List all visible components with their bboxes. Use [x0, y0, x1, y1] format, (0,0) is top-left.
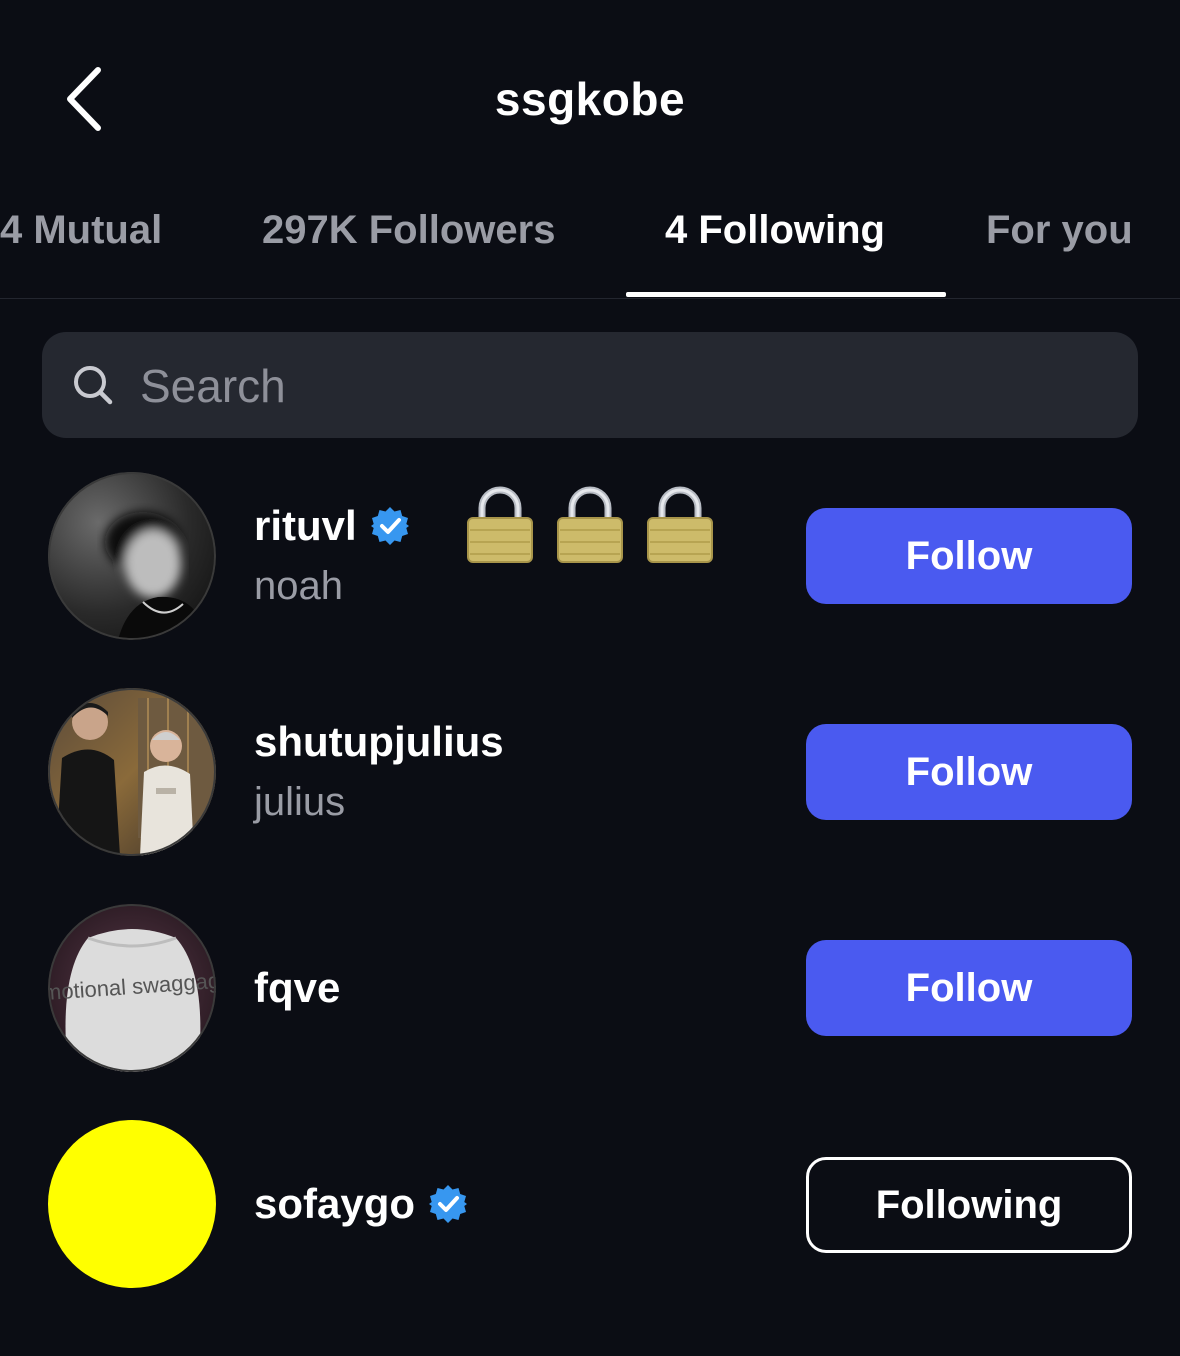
tab-for-you[interactable]: For you: [986, 208, 1133, 253]
username[interactable]: rituvl: [254, 502, 357, 550]
page-title: ssgkobe: [494, 73, 686, 125]
avatar-image: [48, 688, 216, 856]
follow-button[interactable]: Follow: [806, 724, 1132, 820]
list-item: shutupjulius julius Follow: [0, 688, 1180, 858]
following-button[interactable]: Following: [806, 1157, 1132, 1253]
search-bar[interactable]: [42, 332, 1138, 440]
avatar[interactable]: [48, 1120, 216, 1288]
avatar[interactable]: [48, 472, 216, 640]
list-item: sofaygo Following: [0, 1120, 1180, 1290]
search-input[interactable]: [138, 332, 1102, 440]
header: ssgkobe: [0, 0, 1180, 180]
following-screen: ssgkobe 4 Mutual 297K Followers 4 Follow…: [0, 0, 1180, 1356]
verified-badge-icon: [429, 1185, 468, 1223]
lock-emojis: [466, 484, 714, 564]
active-tab-indicator: [626, 292, 946, 297]
full-name: julius: [254, 780, 346, 824]
username-line: fqve: [254, 964, 340, 1012]
avatar[interactable]: [48, 688, 216, 856]
full-name: noah: [254, 564, 343, 608]
username-line: sofaygo: [254, 1180, 469, 1228]
tab-followers[interactable]: 297K Followers: [262, 208, 555, 253]
username-line: shutupjulius: [254, 718, 504, 766]
tab-bar: 4 Mutual 297K Followers 4 Following For …: [0, 180, 1180, 299]
list-item: rituvl noah Follow: [0, 472, 1180, 642]
tab-mutual[interactable]: 4 Mutual: [0, 208, 162, 253]
list-item: emotional swaggage fqve Follow: [0, 904, 1180, 1074]
username[interactable]: shutupjulius: [254, 718, 504, 766]
lock-icon: [647, 486, 713, 563]
username-line: rituvl: [254, 502, 411, 550]
follow-button[interactable]: Follow: [806, 940, 1132, 1036]
search-icon: [74, 366, 113, 405]
username[interactable]: fqve: [254, 964, 340, 1012]
lock-icon: [467, 486, 533, 563]
tab-following[interactable]: 4 Following: [665, 208, 885, 253]
username[interactable]: sofaygo: [254, 1180, 415, 1228]
avatar-image: emotional swaggage: [48, 904, 216, 1072]
avatar-image: [48, 472, 216, 640]
follow-button[interactable]: Follow: [806, 508, 1132, 604]
avatar[interactable]: emotional swaggage: [48, 904, 216, 1072]
lock-icon: [557, 486, 623, 563]
verified-badge-icon: [370, 507, 409, 545]
